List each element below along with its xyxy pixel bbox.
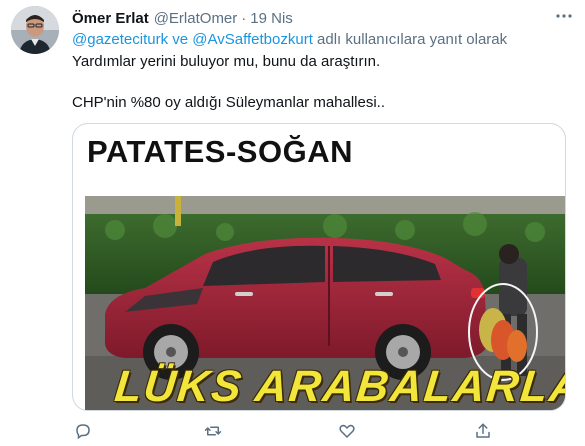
share-icon[interactable]	[472, 420, 494, 442]
media-overlay-caption: LÜKS ARABALARLA	[112, 362, 566, 411]
tweet-header: Ömer Erlat @ErlatOmer · 19 Nis	[72, 8, 293, 28]
reply-context-suffix: adlı kullanıcılara yanıt olarak	[312, 31, 508, 48]
reply-context: @gazeteciturk ve @AvSaffetbozkurt adlı k…	[72, 31, 507, 48]
reply-icon[interactable]	[72, 420, 94, 442]
author-name[interactable]: Ömer Erlat	[72, 10, 149, 27]
avatar-photo	[11, 6, 59, 54]
mention-link[interactable]: @gazeteciturk	[72, 31, 168, 48]
avatar[interactable]	[11, 6, 59, 54]
tweet-actions	[72, 420, 502, 442]
tweet-text-line: Yardımlar yerini buluyor mu, bunu da ara…	[72, 53, 381, 70]
separator-dot: ·	[241, 9, 247, 27]
retweet-icon[interactable]	[202, 420, 224, 442]
tweet-card[interactable]: Ömer Erlat @ErlatOmer · 19 Nis @gazeteci…	[0, 0, 585, 446]
media-headline: PATATES-SOĞAN	[87, 134, 353, 169]
tweet-media[interactable]: PATATES-SOĞAN LÜKS ARABALARLA	[72, 123, 566, 411]
tweet-text-line: CHP'nin %80 oy aldığı Süleymanlar mahall…	[72, 94, 386, 111]
author-handle[interactable]: @ErlatOmer	[154, 10, 238, 27]
heart-icon[interactable]	[336, 420, 358, 442]
tweet-date[interactable]: 19 Nis	[250, 10, 293, 27]
more-options-icon[interactable]	[552, 4, 576, 28]
mention-link[interactable]: @AvSaffetbozkurt	[192, 31, 313, 48]
reply-conjunction: ve	[168, 31, 193, 48]
